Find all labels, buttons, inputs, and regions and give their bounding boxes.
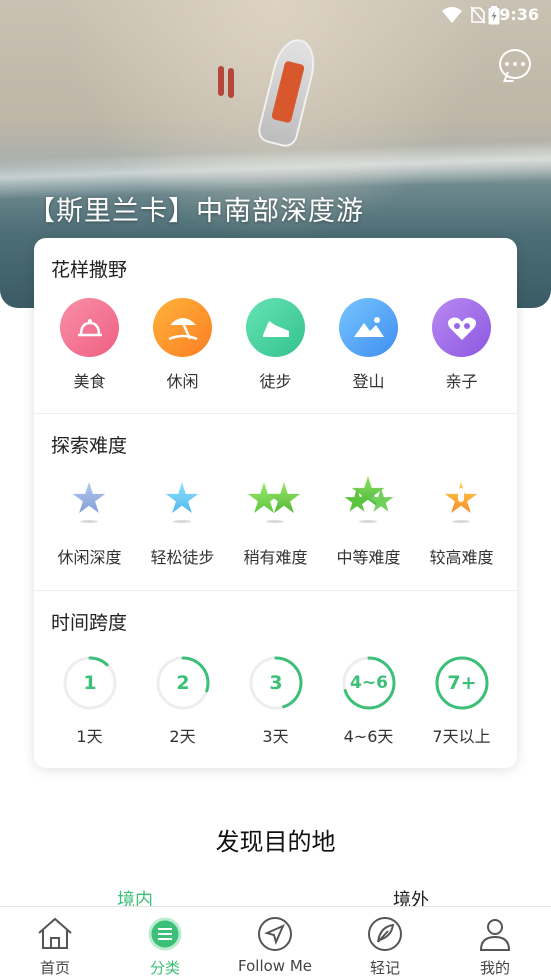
activity-item-family[interactable]: 亲子 xyxy=(415,296,508,406)
section-title: 探索难度 xyxy=(51,435,128,457)
activity-list: 美食 休闲 徒步 登山 亲子 xyxy=(34,296,517,406)
status-bar: 9:36 xyxy=(0,0,551,30)
difficulty-item-easy[interactable]: 轻松徒步 xyxy=(136,472,229,582)
difficulty-item-leisure[interactable]: 休闲深度 xyxy=(43,472,136,582)
hero-title: 【斯里兰卡】中南部深度游 xyxy=(28,196,364,227)
activity-item-food[interactable]: 美食 xyxy=(43,296,136,406)
dining-icon xyxy=(60,298,119,357)
duration-item-2[interactable]: 2 2天 xyxy=(136,655,229,765)
star-blue-icon xyxy=(165,482,199,513)
family-heart-icon xyxy=(432,298,491,357)
wifi-icon xyxy=(441,6,463,28)
difficulty-item-medium[interactable]: 中等难度 xyxy=(322,472,415,582)
activity-item-leisure[interactable]: 休闲 xyxy=(136,296,229,406)
status-time: 9:36 xyxy=(499,5,539,24)
navigation-icon xyxy=(258,917,292,951)
home-icon xyxy=(38,917,72,949)
beach-umbrella-icon xyxy=(153,298,212,357)
feather-icon xyxy=(368,917,402,951)
battery-icon xyxy=(488,6,500,29)
nav-profile[interactable]: 我的 xyxy=(440,907,550,979)
chat-bubble-icon xyxy=(505,62,509,66)
difficulty-item-hard[interactable]: 较高难度 xyxy=(415,472,508,582)
filter-card: 花样撒野 美食 休闲 徒步 登山 亲子 探索难度 休闲深度 轻松徒步 稍有难度 … xyxy=(34,238,517,768)
mountain-icon xyxy=(339,298,398,357)
star-cool-icon xyxy=(72,482,106,513)
beach-people xyxy=(216,66,240,100)
boat xyxy=(255,34,321,150)
section-title: 花样撒野 xyxy=(51,259,128,281)
activity-item-hiking[interactable]: 徒步 xyxy=(229,296,322,406)
discover-title: 发现目的地 xyxy=(215,828,336,856)
no-sim-icon xyxy=(470,6,486,28)
duration-item-1[interactable]: 1 1天 xyxy=(43,655,136,765)
bottom-nav: 首页 分类 Follow Me 轻记 我的 xyxy=(0,906,551,979)
section-activities: 花样撒野 美食 休闲 徒步 登山 亲子 xyxy=(34,238,517,413)
section-duration: 时间跨度 1 1天 2 2天 3 3天 4~6 4~6天 7+ 7天以上 xyxy=(34,590,517,768)
nav-follow-me[interactable]: Follow Me xyxy=(220,907,330,979)
user-icon xyxy=(479,919,511,951)
nav-home[interactable]: 首页 xyxy=(0,907,110,979)
category-icon xyxy=(148,917,182,951)
nav-category[interactable]: 分类 xyxy=(110,907,220,979)
difficulty-list: 休闲深度 轻松徒步 稍有难度 中等难度 较高难度 xyxy=(34,472,517,582)
message-button[interactable] xyxy=(499,49,531,79)
duration-list: 1 1天 2 2天 3 3天 4~6 4~6天 7+ 7天以上 xyxy=(34,655,517,765)
sneaker-icon xyxy=(246,298,305,357)
section-difficulty: 探索难度 休闲深度 轻松徒步 稍有难度 中等难度 较高难度 xyxy=(34,413,517,590)
difficulty-item-moderate-low[interactable]: 稍有难度 xyxy=(229,472,322,582)
duration-item-7-plus[interactable]: 7+ 7天以上 xyxy=(415,655,508,765)
section-title: 时间跨度 xyxy=(51,612,128,634)
duration-item-4-6[interactable]: 4~6 4~6天 xyxy=(322,655,415,765)
nav-notes[interactable]: 轻记 xyxy=(330,907,440,979)
duration-item-3[interactable]: 3 3天 xyxy=(229,655,322,765)
activity-item-mountain[interactable]: 登山 xyxy=(322,296,415,406)
